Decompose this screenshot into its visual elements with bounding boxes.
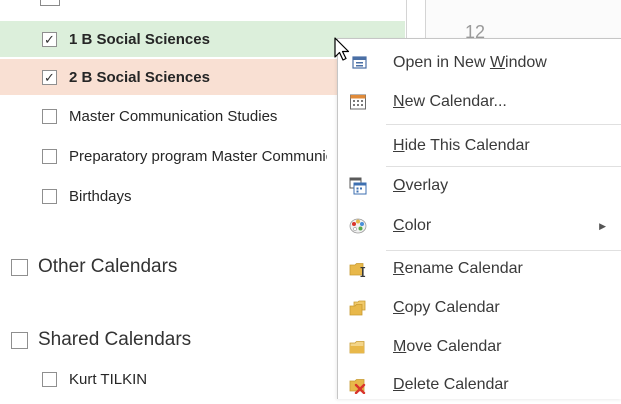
calendar-item-label: Preparatory program Master Communication… <box>69 147 327 165</box>
menu-item-new-calendar[interactable]: New Calendar... <box>338 83 621 121</box>
calendar-item-label: Master Communication Studies <box>69 107 278 125</box>
menu-item-open-in-new-window[interactable]: Open in New Window <box>338 44 621 82</box>
group-checkbox[interactable] <box>11 331 28 349</box>
calendar-checkbox[interactable] <box>42 371 57 387</box>
calendar-checkbox[interactable] <box>42 188 57 204</box>
group-checkbox[interactable] <box>11 258 28 276</box>
group-label: Shared Calendars <box>38 329 192 350</box>
menu-item-label: Open in New Window <box>393 54 547 71</box>
calendar-item-label: Birthdays <box>69 187 132 205</box>
checkmark: ✓ <box>44 69 55 85</box>
calendar-checkbox[interactable]: ✓ <box>42 69 57 85</box>
overlay-icon <box>349 177 367 195</box>
delete-folder-icon <box>349 379 366 394</box>
calendar-checkbox[interactable] <box>42 108 57 124</box>
menu-item-copy-calendar[interactable]: Copy Calendar <box>338 289 621 327</box>
menu-item-delete-calendar[interactable]: Delete Calendar <box>338 366 621 404</box>
menu-item-label: Copy Calendar <box>393 299 500 316</box>
mouse-pointer-icon <box>334 37 350 61</box>
submenu-arrow-icon: ▶ <box>599 220 606 231</box>
menu-item-label: Overlay <box>393 177 449 194</box>
menu-item-rename-calendar[interactable]: Rename Calendar <box>338 250 621 288</box>
menu-item-overlay[interactable]: Overlay <box>338 167 621 205</box>
menu-item-label: Rename Calendar <box>393 260 523 277</box>
menu-item-label: Move Calendar <box>393 338 502 355</box>
group-label: Other Calendars <box>38 256 178 277</box>
calendar-item-label: 2 B Social Sciences <box>69 68 210 86</box>
menu-item-label: Delete Calendar <box>393 376 509 393</box>
calendar-checkbox[interactable]: ✓ <box>42 31 57 47</box>
calendar-checkbox[interactable] <box>42 148 57 164</box>
menu-item-label: Color <box>393 217 432 234</box>
new-calendar-icon <box>350 94 366 110</box>
menu-item-label: Hide This Calendar <box>393 137 530 154</box>
menu-item-label: New Calendar... <box>393 93 507 110</box>
partially-visible-row <box>40 0 70 6</box>
copy-folder-icon <box>349 300 366 316</box>
calendar-context-menu: Open in New Window New Calendar... Hide … <box>337 38 621 399</box>
move-folder-icon <box>349 341 365 354</box>
color-palette-icon <box>349 218 367 234</box>
menu-separator <box>386 124 621 125</box>
checkmark: ✓ <box>44 31 55 47</box>
rename-folder-icon <box>349 263 366 277</box>
partial-checkbox <box>40 0 60 6</box>
calendar-item-label: Kurt TILKIN <box>69 370 148 388</box>
calendar-item-label: 1 B Social Sciences <box>69 30 210 48</box>
menu-item-color[interactable]: Color ▶ <box>338 207 621 245</box>
menu-item-hide-this-calendar[interactable]: Hide This Calendar <box>338 127 621 165</box>
menu-item-move-calendar[interactable]: Move Calendar <box>338 328 621 366</box>
